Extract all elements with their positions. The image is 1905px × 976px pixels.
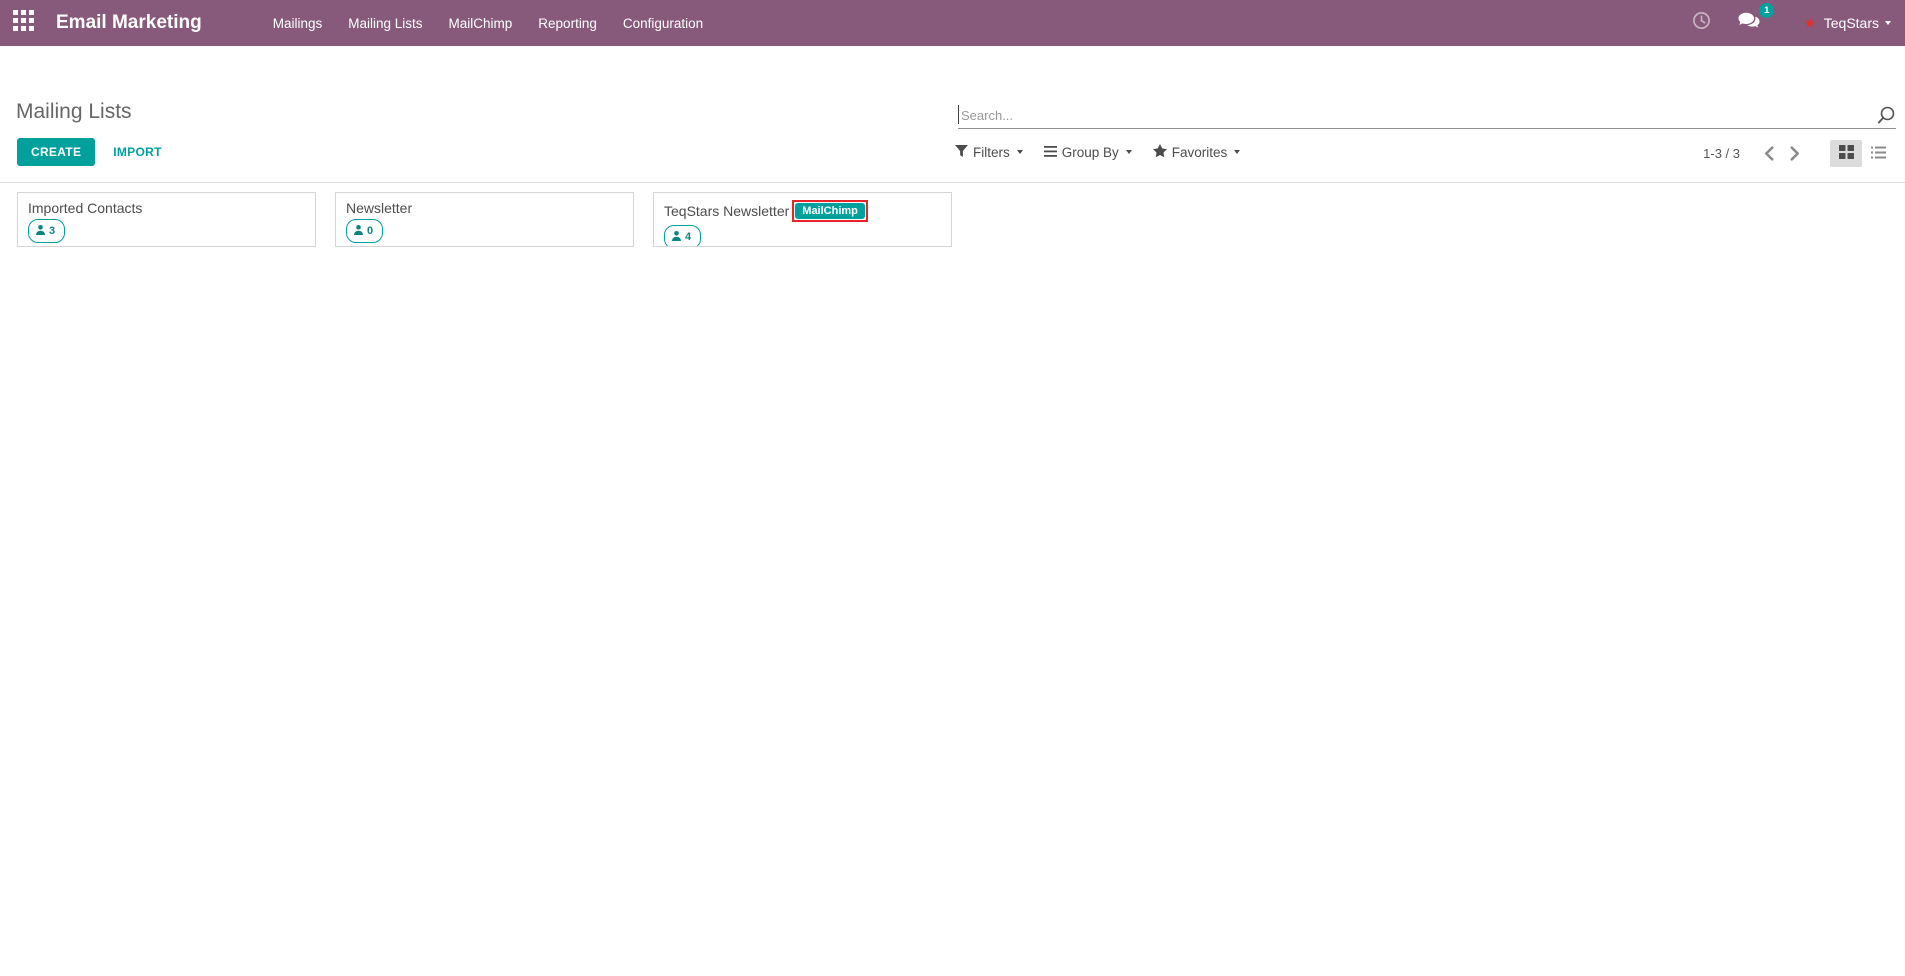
search-icon[interactable] [1876, 106, 1896, 131]
chevron-down-icon [1234, 150, 1240, 154]
user-menu[interactable]: ★ TeqStars [1803, 15, 1891, 31]
navbar-menu: MailingsMailing ListsMailChimpReportingC… [260, 0, 716, 46]
messages-button[interactable]: 1 [1729, 11, 1769, 35]
pager-value[interactable]: 1-3 / 3 [1703, 146, 1740, 161]
chevron-down-icon [1885, 21, 1891, 25]
kanban-view: Imported Contacts 3 Newsletter 0 [0, 183, 1905, 256]
user-icon [354, 222, 363, 240]
search-input[interactable] [958, 102, 1896, 128]
mailing-list-name: Newsletter [346, 200, 412, 216]
menu-item-mailchimp[interactable]: MailChimp [436, 0, 526, 46]
contact-count: 3 [49, 226, 55, 237]
mailchimp-tag-highlight-box: MailChimp [792, 200, 868, 222]
contact-count: 0 [367, 226, 373, 237]
messages-count-badge: 1 [1759, 3, 1774, 18]
systray: 1 ★ TeqStars [1683, 11, 1905, 35]
control-panel: Mailing Lists CREATE IMPORT Filters Grou… [0, 46, 1905, 183]
filter-icon [955, 145, 968, 160]
card-title-row: Imported Contacts [28, 200, 305, 216]
contact-count-pill: 0 [346, 219, 383, 243]
kanban-grid-icon [1839, 145, 1854, 162]
search-box [958, 102, 1896, 129]
page-title: Mailing Lists [16, 100, 132, 124]
contact-count-pill: 3 [28, 219, 65, 243]
card-title-row: Newsletter [346, 200, 623, 216]
chevron-down-icon [1017, 150, 1023, 154]
filters-dropdown[interactable]: Filters [955, 145, 1023, 160]
action-buttons: CREATE IMPORT [17, 138, 176, 166]
pager-next-button[interactable] [1782, 146, 1808, 161]
mailing-list-card[interactable]: Newsletter 0 [335, 192, 634, 247]
menu-item-reporting[interactable]: Reporting [525, 0, 610, 46]
user-name: TeqStars [1824, 15, 1879, 31]
filters-label: Filters [973, 145, 1010, 160]
mailing-list-card[interactable]: Imported Contacts 3 [17, 192, 316, 247]
card-title-row: TeqStars Newsletter MailChimp [664, 200, 941, 222]
import-button[interactable]: IMPORT [99, 138, 175, 166]
create-button[interactable]: CREATE [17, 138, 95, 166]
star-icon [1153, 144, 1167, 160]
kanban-view-button[interactable] [1830, 140, 1862, 167]
user-icon [36, 222, 45, 240]
group-by-label: Group By [1062, 145, 1119, 160]
chat-icon [1738, 11, 1760, 35]
pager-previous-button[interactable] [1756, 146, 1782, 161]
clock-icon [1692, 11, 1711, 35]
user-icon [672, 228, 681, 246]
contact-count: 4 [685, 232, 691, 243]
mailchimp-tag: MailChimp [795, 203, 865, 219]
activities-button[interactable] [1683, 11, 1720, 35]
top-navbar: Email Marketing MailingsMailing ListsMai… [0, 0, 1905, 46]
menu-item-mailing-lists[interactable]: Mailing Lists [335, 0, 435, 46]
pager: 1-3 / 3 [1703, 140, 1894, 167]
text-cursor [958, 105, 959, 124]
apps-grid-icon [13, 10, 34, 36]
menu-item-configuration[interactable]: Configuration [610, 0, 716, 46]
favorites-label: Favorites [1172, 145, 1228, 160]
group-by-dropdown[interactable]: Group By [1044, 145, 1132, 160]
menu-item-mailings[interactable]: Mailings [260, 0, 336, 46]
app-name[interactable]: Email Marketing [56, 12, 202, 34]
bars-icon [1044, 145, 1057, 160]
search-filter-menus: Filters Group By Favorites [955, 144, 1240, 160]
apps-menu-button[interactable] [0, 0, 46, 46]
mailing-list-name: Imported Contacts [28, 200, 142, 216]
chevron-down-icon [1126, 150, 1132, 154]
user-avatar-star-icon: ★ [1803, 16, 1816, 31]
view-switcher [1830, 140, 1894, 167]
list-icon [1871, 146, 1886, 162]
contact-count-pill: 4 [664, 225, 701, 247]
mailing-list-card[interactable]: TeqStars Newsletter MailChimp 4 [653, 192, 952, 247]
list-view-button[interactable] [1862, 140, 1894, 167]
favorites-dropdown[interactable]: Favorites [1153, 144, 1241, 160]
mailing-list-name: TeqStars Newsletter [664, 203, 789, 219]
